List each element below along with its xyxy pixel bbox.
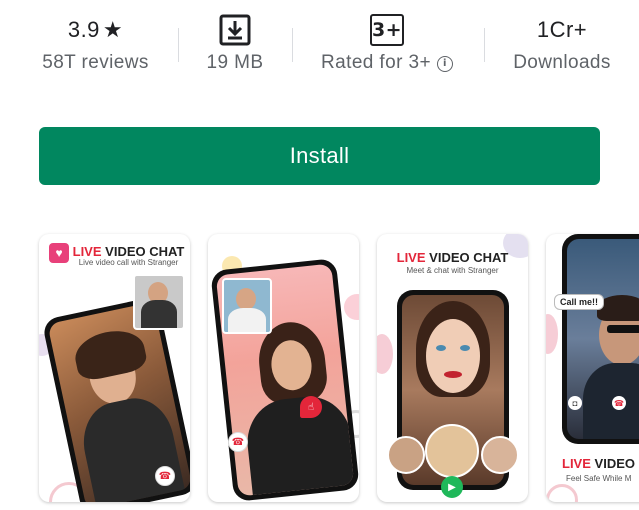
pip-video [222, 278, 272, 334]
screenshot-card[interactable]: LIVE VIDEO CHAT Meet & chat with Strange… [377, 234, 528, 502]
avatar-right [481, 436, 519, 474]
camera-icon: ◘ [568, 396, 582, 410]
end-call-icon: ☎ [612, 396, 626, 410]
star-icon: ★ [102, 17, 124, 42]
avatar-center [425, 424, 479, 478]
card-subtitle: Live video call with Stranger [78, 258, 179, 267]
pip-body [141, 300, 177, 328]
card-title-live: LIVE [72, 244, 102, 259]
stat-divider [292, 28, 293, 62]
card-subtitle: Feel Safe While M [566, 474, 632, 483]
lips [444, 371, 462, 378]
tap-hand-icon: ☝ [300, 396, 322, 418]
person-body [243, 392, 355, 497]
eye-left [436, 345, 446, 351]
person-body [583, 363, 639, 439]
screenshot-card[interactable]: ♥ LIVE VIDEO CHAT Live video call with S… [39, 234, 190, 502]
card-title-rest: VIDEO [594, 456, 635, 471]
pip-body [228, 308, 266, 332]
decor-dot [546, 484, 578, 502]
decor-dot [377, 334, 393, 374]
card-title: LIVE VIDEO CHAT [53, 244, 190, 259]
rating-value: 3.9 ★ [28, 12, 163, 48]
card-title-live: LIVE [562, 456, 591, 471]
eye-right [460, 345, 470, 351]
end-call-icon: ☎ [155, 466, 175, 486]
app-stats-row: 3.9 ★ 58T reviews 19 MB 3+ Rated for 3+ … [0, 0, 639, 100]
rating-stat[interactable]: 3.9 ★ 58T reviews [28, 12, 163, 74]
person-body [75, 391, 187, 502]
downloads-label: Downloads [513, 52, 611, 73]
downloads-stat: 1Cr+ Downloads [500, 12, 624, 74]
reviews-count: 58T reviews [42, 52, 149, 73]
card-title-live: LIVE [396, 250, 426, 265]
person-face [426, 319, 480, 393]
card-title: LIVE VIDEO [562, 456, 639, 471]
pip-face [236, 288, 256, 310]
stat-divider [484, 28, 485, 62]
content-rating-label-wrap: Rated for 3+ i [309, 52, 465, 74]
card-title-rest: VIDEO CHAT [429, 250, 509, 265]
screenshot-card[interactable]: ☎ ☝ [208, 234, 359, 502]
pip-video [133, 274, 185, 330]
screenshots-carousel[interactable]: ♥ LIVE VIDEO CHAT Live video call with S… [0, 234, 639, 504]
person-hair [71, 325, 149, 383]
info-icon[interactable]: i [436, 56, 453, 72]
end-call-icon: ☎ [228, 432, 248, 452]
decor-dot [344, 294, 359, 320]
chat-bubble: Call me!! [554, 294, 605, 310]
size-icon-wrap [192, 12, 278, 48]
sunglasses [607, 325, 639, 333]
content-rating-badge-wrap: 3+ [309, 12, 465, 48]
app-details-page: 3.9 ★ 58T reviews 19 MB 3+ Rated for 3+ … [0, 0, 639, 510]
stat-divider [178, 28, 179, 62]
video-call-icon: ▶ [441, 476, 463, 498]
content-rating-label: Rated for 3+ [321, 52, 431, 73]
size-stat: 19 MB [192, 12, 278, 74]
rating-number: 3.9 [67, 17, 100, 42]
card-title: LIVE VIDEO CHAT [377, 250, 528, 265]
app-size: 19 MB [206, 52, 264, 73]
card-subtitle: Meet & chat with Stranger [406, 266, 499, 275]
download-icon [219, 14, 251, 46]
card-title-rest: VIDEO CHAT [105, 244, 185, 259]
screenshot-card[interactable]: Call me!! ◘ ☎ LIVE VIDEO Feel Safe While… [546, 234, 639, 502]
phone-mockup [562, 234, 639, 444]
content-rating-badge: 3+ [370, 14, 404, 46]
downloads-value: 1Cr+ [536, 17, 588, 42]
install-button[interactable]: Install [39, 127, 600, 185]
avatar-left [387, 436, 425, 474]
content-rating-stat[interactable]: 3+ Rated for 3+ i [309, 12, 465, 74]
decor-dot [546, 314, 558, 354]
